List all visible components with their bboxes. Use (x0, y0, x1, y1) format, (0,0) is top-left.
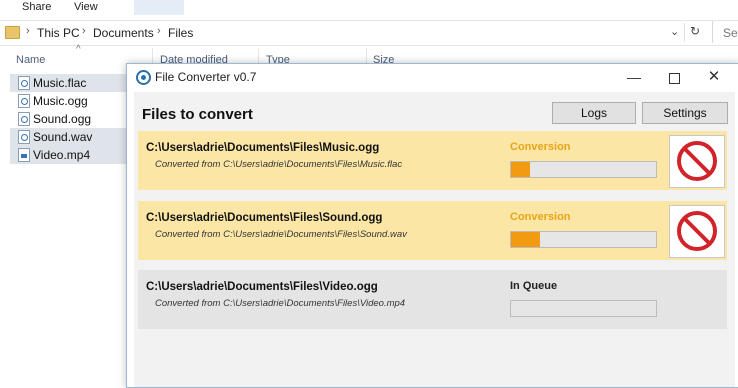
file-name: Music.flac (33, 76, 87, 90)
audio-file-icon (18, 94, 30, 108)
status-label: Conversion (510, 141, 571, 153)
cancel-icon (677, 141, 717, 181)
refresh-icon[interactable]: ↻ (690, 24, 700, 38)
status-label: Conversion (510, 211, 571, 223)
progress-fill (511, 232, 540, 247)
column-name[interactable]: Name (16, 54, 45, 66)
cancel-button[interactable] (669, 135, 725, 188)
audio-file-icon (18, 76, 30, 90)
address-bar[interactable]: › This PC › Documents › Files ⌄ ↻ Sea (0, 20, 738, 46)
file-list: Music.flac Music.ogg Sound.ogg Sound.wav… (10, 74, 130, 164)
video-file-icon (18, 148, 30, 162)
maximize-icon (668, 72, 680, 84)
minimize-button[interactable]: — (619, 66, 649, 88)
chevron-right-icon: › (157, 25, 161, 37)
output-path: C:\Users\adrie\Documents\Files\Music.ogg (146, 142, 380, 154)
settings-button[interactable]: Settings (642, 102, 728, 124)
progress-bar (510, 300, 657, 317)
source-path: Converted from C:\Users\adrie\Documents\… (155, 229, 407, 240)
ribbon-tab-view[interactable]: View (74, 1, 98, 13)
output-path: C:\Users\adrie\Documents\Files\Sound.ogg (146, 212, 383, 224)
output-path: C:\Users\adrie\Documents\Files\Video.ogg (146, 281, 378, 293)
chevron-down-icon[interactable]: ⌄ (670, 25, 679, 38)
conversion-job: C:\Users\adrie\Documents\Files\Music.ogg… (138, 131, 727, 190)
file-row[interactable]: Video.mp4 (10, 146, 126, 164)
explorer-ribbon: Share View (0, 0, 738, 15)
converter-body: Files to convert Logs Settings C:\Users\… (134, 92, 735, 387)
breadcrumb-this-pc[interactable]: This PC (37, 26, 80, 40)
breadcrumb-documents[interactable]: Documents (93, 26, 154, 40)
window-title: File Converter v0.7 (155, 70, 257, 84)
cancel-button[interactable] (669, 205, 725, 258)
maximize-button[interactable] (659, 66, 689, 88)
cancel-icon (677, 211, 717, 251)
chevron-right-icon: › (26, 25, 30, 37)
search-input[interactable]: Sea (712, 21, 738, 43)
file-converter-window: File Converter v0.7 — ✕ Files to convert… (126, 63, 738, 388)
file-name: Music.ogg (33, 94, 88, 108)
file-name: Video.mp4 (33, 148, 91, 162)
logs-button[interactable]: Logs (552, 102, 636, 124)
divider (684, 23, 685, 42)
breadcrumb-files[interactable]: Files (168, 26, 193, 40)
progress-bar (510, 161, 657, 178)
file-row[interactable]: Sound.wav (10, 128, 126, 146)
source-path: Converted from C:\Users\adrie\Documents\… (155, 159, 403, 170)
ribbon-tab-share[interactable]: Share (22, 1, 51, 13)
file-name: Sound.ogg (33, 112, 92, 126)
close-button[interactable]: ✕ (699, 66, 729, 88)
audio-file-icon (18, 112, 30, 126)
file-row[interactable]: Music.ogg (10, 92, 126, 110)
ribbon-tab-help[interactable] (134, 0, 184, 15)
file-name: Sound.wav (33, 130, 93, 144)
sort-up-icon: ^ (76, 44, 81, 55)
source-path: Converted from C:\Users\adrie\Documents\… (155, 298, 406, 309)
conversion-job: C:\Users\adrie\Documents\Files\Video.ogg… (138, 270, 727, 329)
title-bar[interactable]: File Converter v0.7 — ✕ (127, 64, 738, 90)
search-placeholder: Sea (723, 26, 738, 40)
conversion-job: C:\Users\adrie\Documents\Files\Sound.ogg… (138, 201, 727, 260)
file-converter-app-icon (136, 70, 151, 85)
file-row[interactable]: Sound.ogg (10, 110, 126, 128)
folder-icon (5, 26, 20, 39)
audio-file-icon (18, 130, 30, 144)
file-row[interactable]: Music.flac (10, 74, 126, 92)
chevron-right-icon: › (82, 25, 86, 37)
page-title: Files to convert (142, 106, 253, 123)
progress-fill (511, 162, 530, 177)
progress-bar (510, 231, 657, 248)
status-label: In Queue (510, 280, 558, 292)
